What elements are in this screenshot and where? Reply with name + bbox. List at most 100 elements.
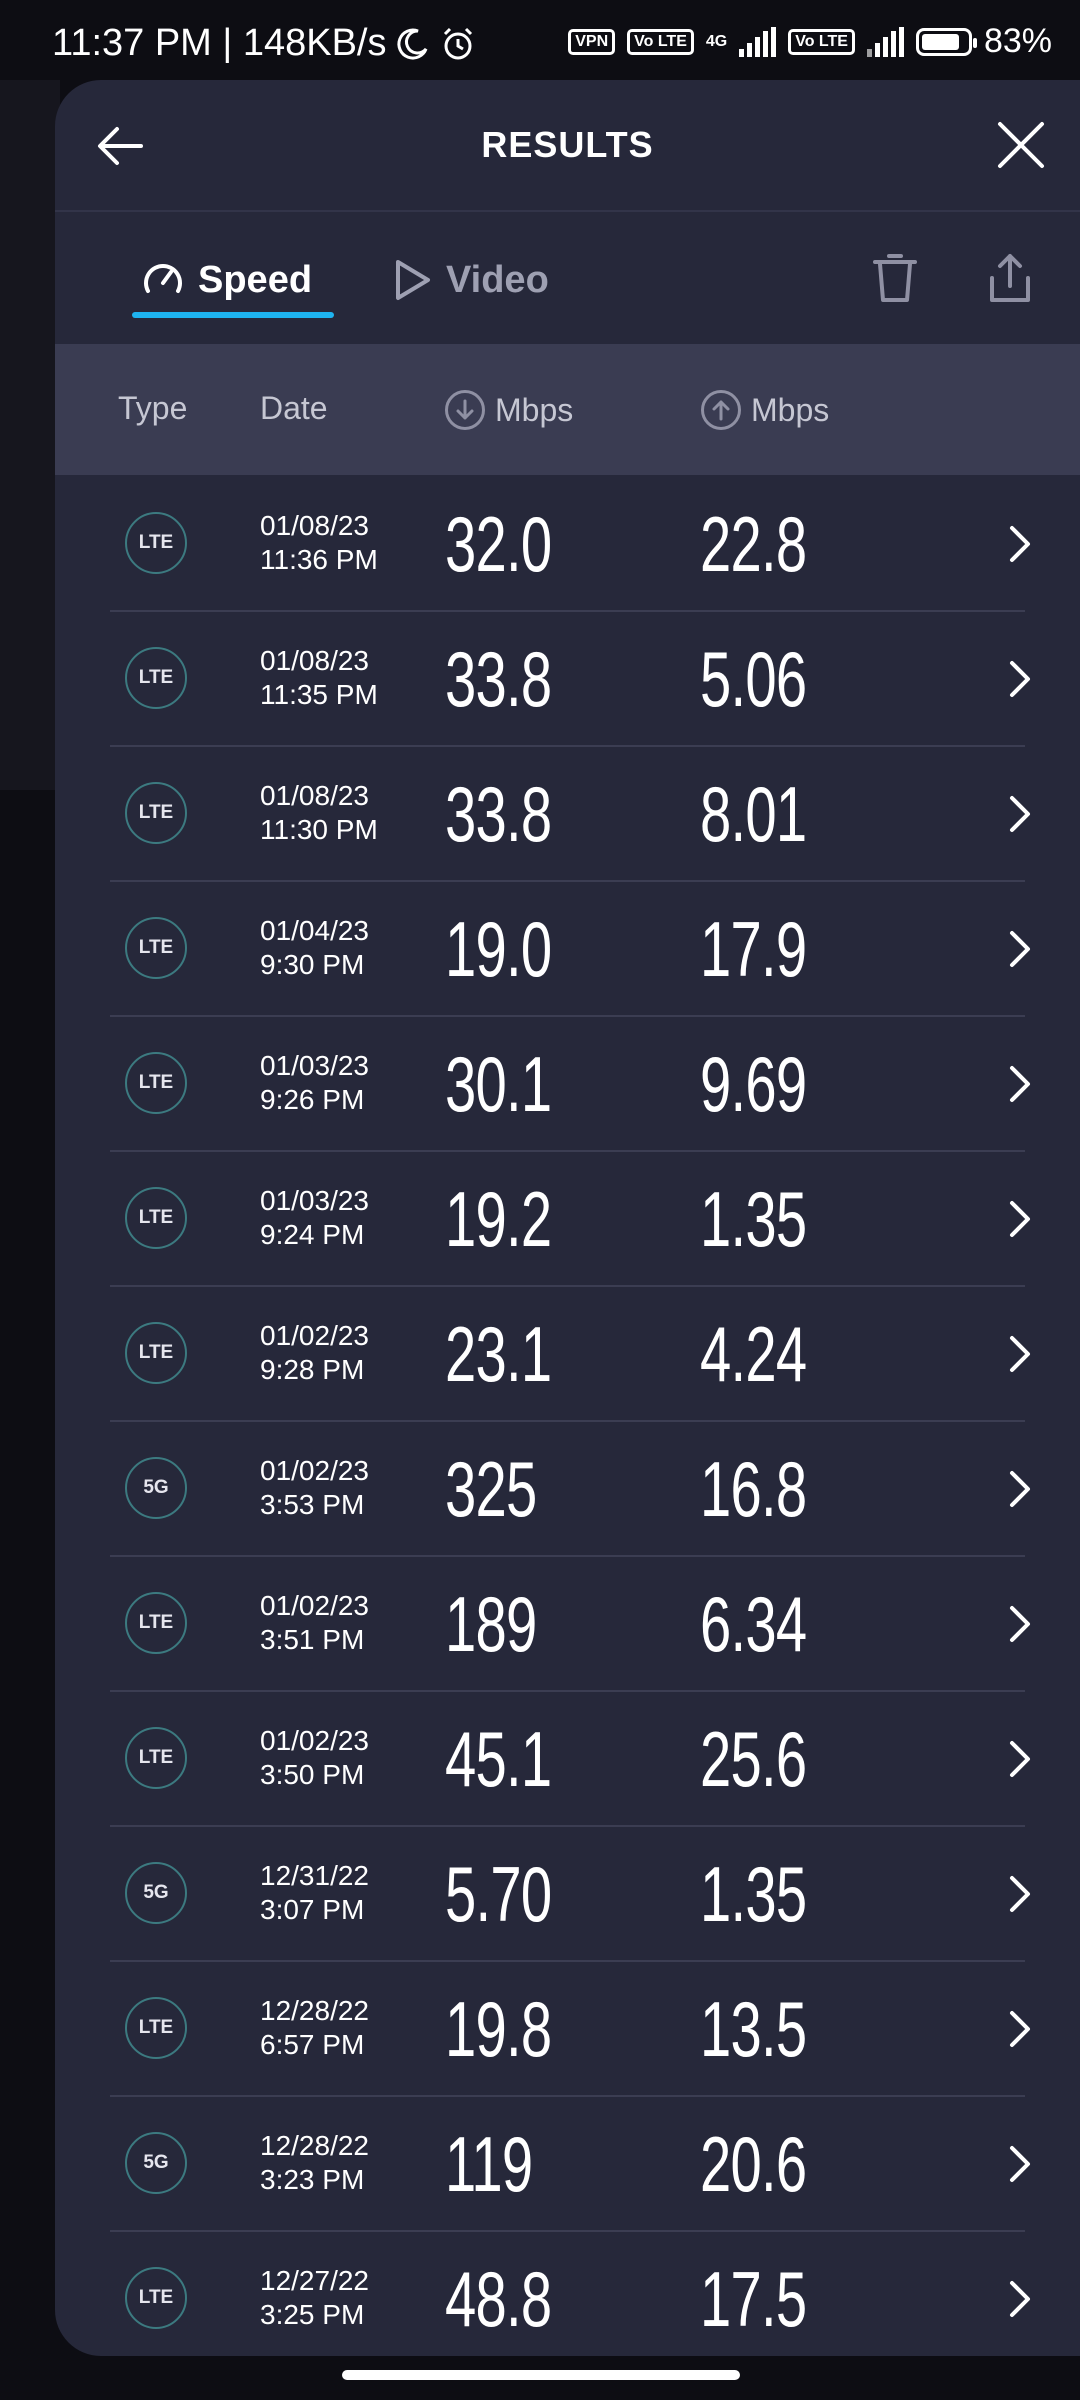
- status-left: 11:37 PM | 148KB/s: [52, 22, 476, 65]
- tab-speed[interactable]: Speed: [140, 250, 312, 310]
- upload-speed: 1.35: [700, 1175, 807, 1263]
- tab-video[interactable]: Video: [390, 250, 549, 310]
- speedometer-icon: [144, 264, 182, 293]
- network-type-label: LTE: [138, 1072, 174, 1093]
- network-type-label: LTE: [138, 937, 174, 958]
- battery-icon: [915, 27, 977, 56]
- result-date: 01/08/23: [260, 780, 369, 811]
- result-row[interactable]: LTE 01/03/23 9:24 PM 19.2 1.35: [55, 1152, 1080, 1287]
- result-date: 01/03/23: [260, 1185, 369, 1216]
- upload-speed: 1.35: [700, 1850, 807, 1938]
- result-time: 3:07 PM: [260, 1894, 365, 1925]
- column-date: Date: [260, 390, 328, 427]
- download-speed: 325: [445, 1445, 537, 1533]
- chevron-right-icon: [1010, 1336, 1030, 1372]
- network-type-badge: LTE: [125, 1727, 187, 1789]
- result-date: 01/04/23: [260, 915, 369, 946]
- result-time: 3:53 PM: [260, 1489, 365, 1520]
- column-type: Type: [118, 390, 187, 427]
- network-type-badge: LTE: [125, 1052, 187, 1114]
- status-bar: 11:37 PM | 148KB/s VPN Vo LTE 4G Vo LTE …: [0, 0, 1080, 80]
- result-datetime: 01/02/23 3:51 PM: [260, 1589, 369, 1657]
- column-type-label: Type: [118, 390, 188, 426]
- network-type-badge: 5G: [125, 2132, 187, 2194]
- chevron-right-icon: [1010, 661, 1030, 697]
- result-date: 01/02/23: [260, 1725, 369, 1756]
- result-date: 01/03/23: [260, 1050, 369, 1081]
- result-row[interactable]: LTE 12/27/22 3:25 PM 48.8 17.5: [55, 2232, 1080, 2356]
- result-row[interactable]: LTE 01/04/23 9:30 PM 19.0 17.9: [55, 882, 1080, 1017]
- column-download: Mbps: [445, 390, 573, 430]
- result-time: 11:30 PM: [260, 814, 378, 845]
- signal-strength-icon: [739, 26, 777, 57]
- download-speed: 5.70: [445, 1850, 552, 1938]
- network-type-label: 5G: [143, 2152, 169, 2173]
- result-datetime: 12/28/22 6:57 PM: [260, 1994, 369, 2062]
- volte-badge: Vo LTE: [627, 28, 694, 55]
- result-row[interactable]: LTE 01/02/23 9:28 PM 23.1 4.24: [55, 1287, 1080, 1422]
- network-type-badge: LTE: [125, 1592, 187, 1654]
- result-row[interactable]: LTE 01/03/23 9:26 PM 30.1 9.69: [55, 1017, 1080, 1152]
- results-header: RESULTS: [55, 80, 1080, 212]
- result-time: 11:35 PM: [260, 679, 378, 710]
- tab-video-label: Video: [446, 258, 549, 301]
- result-date: 12/28/22: [260, 1995, 369, 2026]
- result-datetime: 01/02/23 3:53 PM: [260, 1454, 369, 1522]
- result-row[interactable]: LTE 01/08/23 11:36 PM 32.0 22.8: [55, 477, 1080, 612]
- trash-icon[interactable]: [865, 248, 925, 308]
- chevron-right-icon: [1010, 1201, 1030, 1237]
- result-row[interactable]: LTE 01/02/23 3:51 PM 189 6.34: [55, 1557, 1080, 1692]
- home-indicator[interactable]: [342, 2370, 740, 2380]
- active-tab-indicator: [132, 312, 334, 318]
- result-row[interactable]: 5G 01/02/23 3:53 PM 325 16.8: [55, 1422, 1080, 1557]
- upload-speed: 4.24: [700, 1310, 807, 1398]
- result-row[interactable]: LTE 01/08/23 11:30 PM 33.8 8.01: [55, 747, 1080, 882]
- page-title: RESULTS: [481, 124, 654, 165]
- column-download-label: Mbps: [495, 391, 574, 428]
- download-speed: 19.2: [445, 1175, 552, 1263]
- upload-speed: 25.6: [700, 1715, 807, 1803]
- network-type-badge: LTE: [125, 1322, 187, 1384]
- chevron-right-icon: [1010, 1741, 1030, 1777]
- vpn-badge: VPN: [568, 28, 616, 55]
- share-icon[interactable]: [980, 248, 1040, 308]
- result-time: 3:25 PM: [260, 2299, 365, 2330]
- result-time: 3:50 PM: [260, 1759, 365, 1790]
- download-speed: 33.8: [445, 770, 552, 858]
- result-time: 3:51 PM: [260, 1624, 365, 1655]
- result-row[interactable]: 5G 12/28/22 3:23 PM 119 20.6: [55, 2097, 1080, 2232]
- download-arrow-icon: [445, 390, 485, 430]
- volte-badge-2: Vo LTE: [788, 28, 855, 55]
- result-datetime: 01/04/23 9:30 PM: [260, 914, 369, 982]
- upload-speed: 6.34: [700, 1580, 807, 1668]
- moon-icon: [397, 28, 428, 59]
- result-datetime: 01/08/23 11:35 PM: [260, 644, 378, 712]
- network-type-label: LTE: [138, 1747, 174, 1768]
- download-speed: 48.8: [445, 2255, 552, 2343]
- download-speed: 30.1: [445, 1040, 552, 1128]
- result-datetime: 12/31/22 3:07 PM: [260, 1859, 369, 1927]
- download-speed: 45.1: [445, 1715, 552, 1803]
- chevron-right-icon: [1010, 1471, 1030, 1507]
- result-datetime: 01/02/23 9:28 PM: [260, 1319, 369, 1387]
- result-date: 01/02/23: [260, 1590, 369, 1621]
- background-app: [0, 80, 60, 790]
- network-type-badge: 5G: [125, 1457, 187, 1519]
- close-icon[interactable]: [992, 116, 1050, 174]
- result-row[interactable]: 5G 12/31/22 3:07 PM 5.70 1.35: [55, 1827, 1080, 1962]
- network-type-label: LTE: [138, 667, 174, 688]
- network-type-badge: LTE: [125, 1997, 187, 2059]
- result-time: 9:26 PM: [260, 1084, 365, 1115]
- battery-fill: [921, 33, 959, 50]
- result-row[interactable]: LTE 01/08/23 11:35 PM 33.8 5.06: [55, 612, 1080, 747]
- network-type-label: LTE: [138, 532, 174, 553]
- upload-speed: 9.69: [700, 1040, 807, 1128]
- upload-speed: 16.8: [700, 1445, 807, 1533]
- result-row[interactable]: LTE 12/28/22 6:57 PM 19.8 13.5: [55, 1962, 1080, 2097]
- upload-speed: 17.9: [700, 905, 807, 993]
- network-type-badge: LTE: [125, 1187, 187, 1249]
- result-date: 01/08/23: [260, 645, 369, 676]
- result-time: 9:24 PM: [260, 1219, 365, 1250]
- results-tabs: Speed Video: [55, 212, 1080, 342]
- result-row[interactable]: LTE 01/02/23 3:50 PM 45.1 25.6: [55, 1692, 1080, 1827]
